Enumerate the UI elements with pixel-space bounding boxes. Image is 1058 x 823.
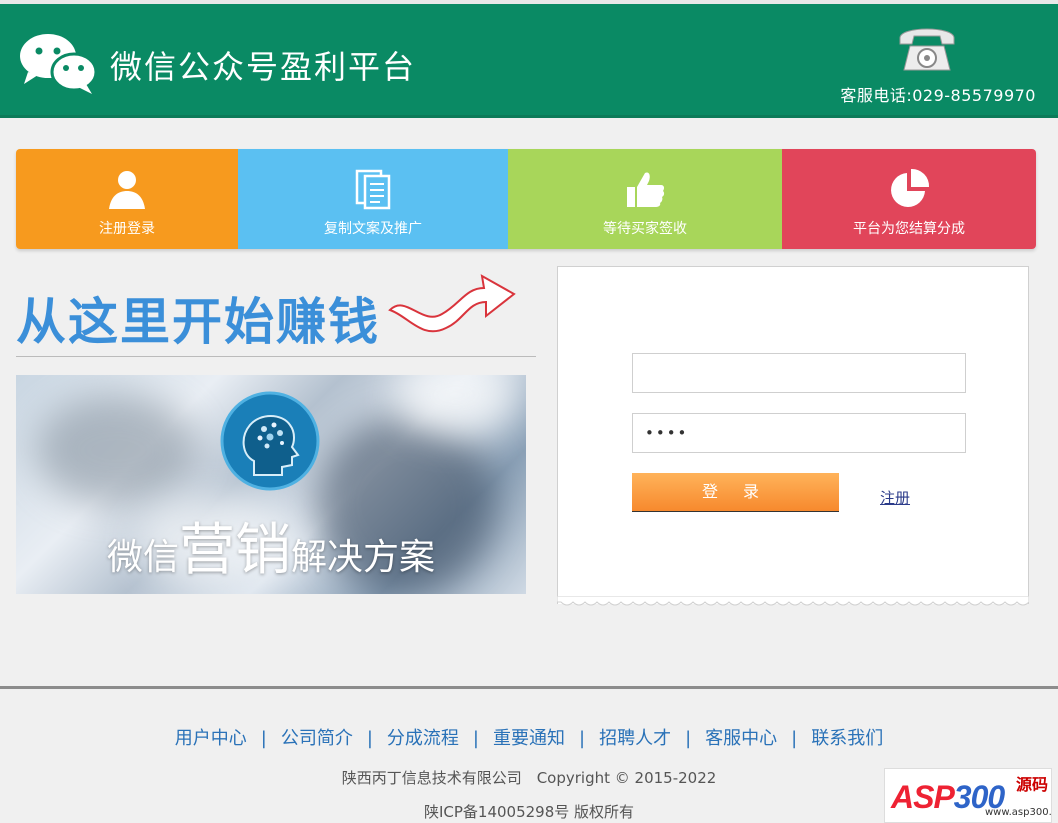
marketing-banner: 微信营销解决方案 bbox=[16, 375, 526, 594]
footer-link-company[interactable]: 公司简介 bbox=[281, 728, 353, 749]
register-link[interactable]: 注册 bbox=[880, 487, 910, 508]
site-header: 微信公众号盈利平台 客服电话:029-85579970 bbox=[0, 4, 1058, 118]
username-input[interactable] bbox=[632, 353, 966, 393]
step-label: 平台为您结算分成 bbox=[853, 221, 965, 237]
footer-nav: 用户中心 | 公司简介 | 分成流程 | 重要通知 | 招聘人才 | 客服中心 | 联系我们 bbox=[0, 724, 1058, 750]
brain-head-icon bbox=[220, 391, 320, 491]
wechat-logo-icon[interactable] bbox=[18, 32, 98, 96]
separator: | bbox=[791, 728, 798, 749]
step-label: 复制文案及推广 bbox=[324, 221, 422, 237]
separator: | bbox=[260, 728, 267, 749]
thumbs-up-icon bbox=[627, 172, 665, 207]
footer-link-user-center[interactable]: 用户中心 bbox=[175, 728, 247, 749]
banner-text-big: 营销 bbox=[179, 518, 291, 583]
site-title: 微信公众号盈利平台 bbox=[110, 48, 417, 86]
divider bbox=[16, 356, 536, 357]
step-label: 注册登录 bbox=[99, 221, 155, 237]
footer-link-contact[interactable]: 联系我们 bbox=[811, 728, 883, 749]
watermark-logo: ASP300 源码 www.asp300.com bbox=[884, 768, 1052, 823]
telephone-icon bbox=[899, 28, 955, 71]
footer-link-support[interactable]: 客服中心 bbox=[705, 728, 777, 749]
footer-link-process[interactable]: 分成流程 bbox=[387, 728, 459, 749]
hotline-text: 客服电话:029-85579970 bbox=[840, 86, 1036, 105]
separator: | bbox=[366, 728, 373, 749]
arrow-icon bbox=[388, 274, 516, 333]
process-steps: 注册登录 复制文案及推广 等待买家签收 平台为您结算分成 bbox=[16, 149, 1036, 249]
watermark-brand-a: ASP bbox=[891, 779, 955, 815]
login-button[interactable]: 登 录 bbox=[632, 473, 839, 512]
footer-link-careers[interactable]: 招聘人才 bbox=[599, 728, 671, 749]
banner-caption: 微信营销解决方案 bbox=[16, 505, 526, 586]
separator: | bbox=[472, 728, 479, 749]
pie-chart-icon bbox=[891, 168, 930, 207]
step-copy-promote[interactable]: 复制文案及推广 bbox=[238, 149, 508, 249]
step-label: 等待买家签收 bbox=[603, 221, 687, 237]
user-icon bbox=[109, 171, 145, 209]
step-wait-receipt[interactable]: 等待买家签收 bbox=[508, 149, 782, 249]
watermark-url: www.asp300.com bbox=[985, 807, 1052, 818]
banner-text-a: 微信 bbox=[106, 537, 179, 578]
step-register-login[interactable]: 注册登录 bbox=[16, 149, 238, 249]
document-copy-icon bbox=[355, 169, 391, 210]
footer-link-notices[interactable]: 重要通知 bbox=[493, 728, 565, 749]
panel-zigzag-edge bbox=[557, 596, 1029, 606]
separator: | bbox=[685, 728, 692, 749]
separator: | bbox=[579, 728, 586, 749]
password-input[interactable]: •••• bbox=[632, 413, 966, 453]
watermark-brand-c: 源码 bbox=[1016, 775, 1049, 794]
slogan-heading: 从这里开始赚钱 bbox=[16, 293, 380, 351]
banner-text-b: 解决方案 bbox=[291, 537, 436, 578]
step-settlement[interactable]: 平台为您结算分成 bbox=[782, 149, 1036, 249]
